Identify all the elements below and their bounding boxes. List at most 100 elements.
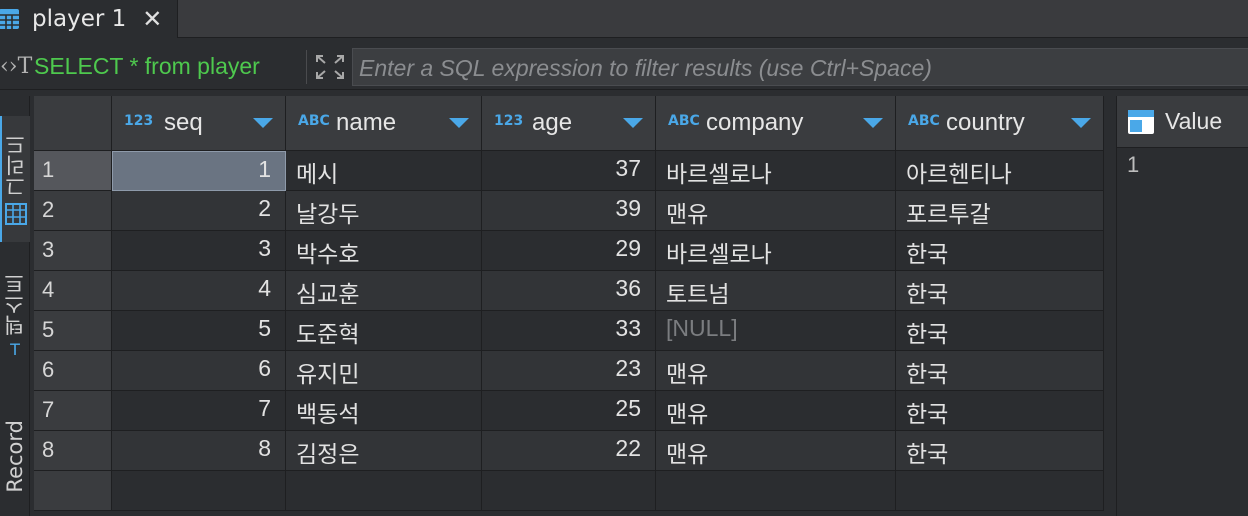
table-row[interactable]: 5 도준혁 33 [NULL] 한국 xyxy=(112,311,1104,351)
empty-row xyxy=(112,471,1104,511)
sql-query-text[interactable]: SELECT * from player xyxy=(34,53,260,80)
empty-cell xyxy=(656,471,896,511)
cell-name[interactable]: 박수호 xyxy=(286,231,482,271)
cell-age[interactable]: 37 xyxy=(482,151,656,191)
column-name: company xyxy=(706,109,804,136)
grid-corner[interactable] xyxy=(34,96,112,151)
cell-age[interactable]: 23 xyxy=(482,351,656,391)
value-panel: Value 1 xyxy=(1116,96,1248,516)
empty-cell xyxy=(112,471,286,511)
sort-dropdown-icon[interactable] xyxy=(253,118,273,128)
cell-name[interactable]: 유지민 xyxy=(286,351,482,391)
row-number-empty xyxy=(34,471,112,511)
cell-age[interactable]: 39 xyxy=(482,191,656,231)
cell-company[interactable]: 바르셀로나 xyxy=(656,231,896,271)
row-number[interactable]: 4 xyxy=(34,271,112,311)
table-icon xyxy=(0,9,19,29)
cell-seq[interactable]: 5 xyxy=(112,311,286,351)
cell-seq[interactable]: 6 xyxy=(112,351,286,391)
table-row[interactable]: 2 날강두 39 맨유 포르투갈 xyxy=(112,191,1104,231)
column-header-seq[interactable]: 123 seq xyxy=(112,96,286,151)
cell-country[interactable]: 한국 xyxy=(896,391,1104,431)
value-panel-header[interactable]: Value xyxy=(1117,96,1248,148)
cell-name[interactable]: 메시 xyxy=(286,151,482,191)
row-number[interactable]: 1 xyxy=(34,151,112,191)
view-mode-strip: 그리드 텍스트 T Record xyxy=(0,96,30,516)
cell-country[interactable]: 아르헨티나 xyxy=(896,151,1104,191)
cell-name[interactable]: 도준혁 xyxy=(286,311,482,351)
filter-input[interactable]: Enter a SQL expression to filter results… xyxy=(352,48,1248,86)
empty-cell xyxy=(286,471,482,511)
sort-dropdown-icon[interactable] xyxy=(863,118,883,128)
sort-dropdown-icon[interactable] xyxy=(623,118,643,128)
text-type-icon: ABC xyxy=(668,113,700,129)
cell-name[interactable]: 백동석 xyxy=(286,391,482,431)
table-row[interactable]: 6 유지민 23 맨유 한국 xyxy=(112,351,1104,391)
filter-bar: ‹›T SELECT * from player Enter a SQL exp… xyxy=(0,44,1248,90)
cell-name[interactable]: 김정은 xyxy=(286,431,482,471)
sort-dropdown-icon[interactable] xyxy=(1071,118,1091,128)
sort-dropdown-icon[interactable] xyxy=(449,118,469,128)
cell-age[interactable]: 22 xyxy=(482,431,656,471)
table-row[interactable]: 4 심교훈 36 토트넘 한국 xyxy=(112,271,1104,311)
tab-text-label: 텍스트 xyxy=(3,273,27,336)
cell-name[interactable]: 날강두 xyxy=(286,191,482,231)
row-number[interactable]: 8 xyxy=(34,431,112,471)
tab-record-view[interactable]: Record xyxy=(0,396,30,516)
cell-age[interactable]: 33 xyxy=(482,311,656,351)
filter-placeholder: Enter a SQL expression to filter results… xyxy=(359,55,932,81)
cell-seq[interactable]: 3 xyxy=(112,231,286,271)
empty-cell xyxy=(896,471,1104,511)
tab-title: player 1 xyxy=(32,6,127,32)
tab-text-view[interactable]: 텍스트 T xyxy=(0,256,30,376)
cell-country[interactable]: 한국 xyxy=(896,311,1104,351)
column-name: seq xyxy=(164,109,203,136)
cell-country[interactable]: 한국 xyxy=(896,431,1104,471)
cell-age[interactable]: 29 xyxy=(482,231,656,271)
cell-company[interactable]: 맨유 xyxy=(656,391,896,431)
value-panel-title: Value xyxy=(1165,108,1223,134)
sql-text-icon: ‹›T xyxy=(0,54,33,79)
table-row[interactable]: 7 백동석 25 맨유 한국 xyxy=(112,391,1104,431)
cell-company[interactable]: 맨유 xyxy=(656,431,896,471)
cell-seq[interactable]: 1 xyxy=(112,151,286,191)
cell-age[interactable]: 25 xyxy=(482,391,656,431)
column-header-country[interactable]: ABC country xyxy=(896,96,1104,151)
cell-company[interactable]: 토트넘 xyxy=(656,271,896,311)
close-icon[interactable]: ✕ xyxy=(142,7,162,31)
table-row[interactable]: 1 메시 37 바르셀로나 아르헨티나 xyxy=(112,151,1104,191)
row-number[interactable]: 6 xyxy=(34,351,112,391)
grid-icon xyxy=(5,202,27,225)
column-header-name[interactable]: ABC name xyxy=(286,96,482,151)
cell-company-null[interactable]: [NULL] xyxy=(656,311,896,351)
tab-player-1[interactable]: player 1 ✕ xyxy=(0,0,178,38)
cell-country[interactable]: 한국 xyxy=(896,271,1104,311)
cell-seq[interactable]: 7 xyxy=(112,391,286,431)
cell-company[interactable]: 맨유 xyxy=(656,191,896,231)
cell-seq[interactable]: 4 xyxy=(112,271,286,311)
cell-age[interactable]: 36 xyxy=(482,271,656,311)
column-header-company[interactable]: ABC company xyxy=(656,96,896,151)
column-header-age[interactable]: 123 age xyxy=(482,96,656,151)
tab-grid-label: 그리드 xyxy=(4,133,28,197)
table-row[interactable]: 8 김정은 22 맨유 한국 xyxy=(112,431,1104,471)
empty-cell xyxy=(482,471,656,511)
tab-grid-view[interactable]: 그리드 xyxy=(0,116,30,242)
row-number[interactable]: 7 xyxy=(34,391,112,431)
table-row[interactable]: 3 박수호 29 바르셀로나 한국 xyxy=(112,231,1104,271)
cell-country[interactable]: 한국 xyxy=(896,351,1104,391)
cell-company[interactable]: 바르셀로나 xyxy=(656,151,896,191)
row-number[interactable]: 5 xyxy=(34,311,112,351)
divider xyxy=(306,50,307,84)
cell-seq[interactable]: 2 xyxy=(112,191,286,231)
text-type-icon: ABC xyxy=(298,113,330,129)
cell-country[interactable]: 한국 xyxy=(896,231,1104,271)
cell-seq[interactable]: 8 xyxy=(112,431,286,471)
row-number[interactable]: 3 xyxy=(34,231,112,271)
cell-company[interactable]: 맨유 xyxy=(656,351,896,391)
row-number[interactable]: 2 xyxy=(34,191,112,231)
cell-country[interactable]: 포르투갈 xyxy=(896,191,1104,231)
cell-name[interactable]: 심교훈 xyxy=(286,271,482,311)
value-panel-value[interactable]: 1 xyxy=(1127,152,1139,178)
expand-icon[interactable] xyxy=(314,53,346,81)
